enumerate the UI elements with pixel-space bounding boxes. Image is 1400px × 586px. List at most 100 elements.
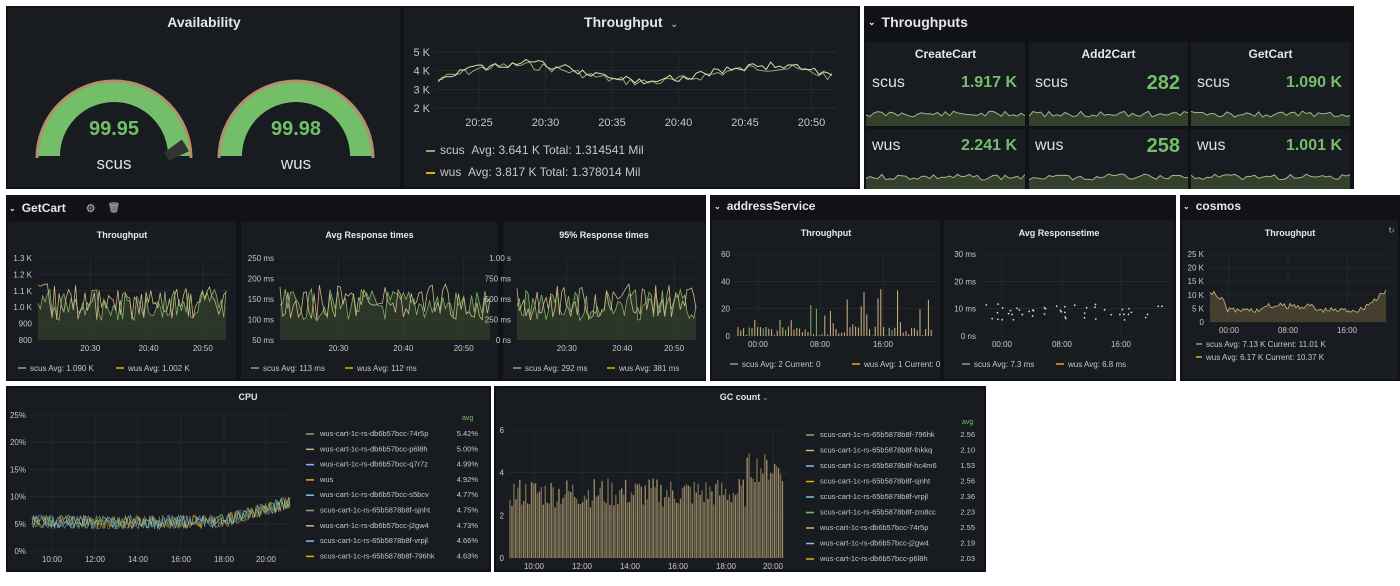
legend-label: wus-cart-1c-rs-db6b57bcc-s5bcv xyxy=(319,490,429,499)
addressservice-responsetime-chart: 30 ms 20 ms 10 ms 0 ns 00:00 08:00 16:00 scus A… xyxy=(954,250,1168,369)
scatter-point xyxy=(1103,308,1106,311)
y-tick-label: 40 xyxy=(721,277,730,286)
x-tick-label: 16:00 xyxy=(1337,326,1358,335)
scatter-point xyxy=(1018,309,1021,311)
legend-label: scus Avg: 7.13 K Current: 11.01 K xyxy=(1206,340,1326,349)
legend-value: 2.10 xyxy=(960,446,975,455)
y-tick-label: 800 xyxy=(19,336,33,345)
y-tick-label: 4 xyxy=(500,469,505,478)
x-tick-label: 16:00 xyxy=(1111,340,1132,349)
y-tick-label: 200 ms xyxy=(248,275,274,284)
legend-value: 4.66% xyxy=(457,536,479,545)
y-tick-label: 100 ms xyxy=(248,316,274,325)
scatter-point xyxy=(1161,305,1163,308)
panel-title: 95% Response times xyxy=(559,230,649,240)
y-tick-label: 2 xyxy=(500,511,505,520)
panel-title: CPU xyxy=(238,392,257,402)
x-tick-label: 16:00 xyxy=(668,562,689,571)
scatter-point xyxy=(991,317,994,320)
scatter-point xyxy=(1011,313,1013,316)
legend-label: scus Avg: 113 ms xyxy=(263,364,325,373)
legend-value: 4.75% xyxy=(457,506,479,515)
x-tick-label: 00:00 xyxy=(748,340,769,349)
x-tick-label: 00:00 xyxy=(1219,326,1240,335)
y-tick-label: 10 ms xyxy=(954,305,976,314)
x-tick-label: 20:50 xyxy=(664,344,685,353)
x-tick-label: 14:00 xyxy=(620,562,641,571)
panel-title: Throughput xyxy=(1265,228,1315,238)
gc-chart: 6 4 2 0 10:00 12:00 14:00 16:00 18:00 20:00 avg scu… xyxy=(500,419,975,571)
legend-label: scus-cart-1c-rs-65b5878b8f-sjnht xyxy=(820,477,931,486)
x-tick-label: 08:00 xyxy=(1278,326,1299,335)
avg-header: avg xyxy=(962,419,973,426)
y-tick-label: 6 xyxy=(500,426,505,435)
legend-label: wus-cart-1c-rs-db6b57bcc-p6l8h xyxy=(819,554,928,563)
y-tick-label: 1.1 K xyxy=(13,287,32,296)
y-tick-label: 25 K xyxy=(1188,250,1205,259)
x-tick-label: 20:00 xyxy=(256,555,277,564)
y-tick-label: 20 K xyxy=(1188,264,1205,273)
scatter-point xyxy=(1064,316,1067,318)
scatter-point xyxy=(1123,318,1126,321)
getcart-chart: 1.3 K 1.2 K 1.1 K 1.0 K 900 800 20:30 20:40 20:5… xyxy=(13,254,230,373)
panel-title: Avg Response times xyxy=(325,230,413,240)
y-tick-label: 0 xyxy=(500,554,505,563)
x-tick-label: 12:00 xyxy=(85,555,106,564)
y-tick-label: 0% xyxy=(14,547,26,556)
scatter-point xyxy=(996,318,999,321)
scatter-point xyxy=(1083,312,1086,315)
legend-value: 4.99% xyxy=(457,460,479,469)
legend-label: scus Avg: 292 ms xyxy=(525,364,588,373)
panel-title-group: Avg Response times xyxy=(325,230,413,240)
legend-value: 2.19 xyxy=(960,539,975,548)
x-tick-label: 20:40 xyxy=(612,344,633,353)
getcart-chart: 250 ms 200 ms 150 ms 100 ms 50 ms 20:30 20:40 2… xyxy=(248,254,494,373)
scatter-point xyxy=(1128,307,1130,310)
scatter-point xyxy=(1031,309,1034,312)
addressservice-throughput-chart: 60 40 20 0 00:00 08:00 16:00 scus Avg: 2 Curren… xyxy=(721,250,941,369)
panel-title-group: 95% Response times xyxy=(559,230,649,240)
scatter-point xyxy=(1060,310,1063,313)
legend-label: scus-cart-1c-rs-65b5878b8f-sjnht xyxy=(320,506,431,515)
legend-label: scus-cart-1c-rs-65b5878b8f-796hk xyxy=(320,551,435,560)
scatter-point xyxy=(1063,311,1066,314)
y-tick-label: 1.0 K xyxy=(13,303,32,312)
y-tick-label: 900 xyxy=(19,320,33,329)
scatter-point xyxy=(1007,312,1010,315)
y-tick-label: 20 xyxy=(721,305,730,314)
y-tick-label: 250 ms xyxy=(485,316,511,325)
panel-title-group: Throughput xyxy=(801,228,851,238)
legend-label: wus-cart-1c-rs-db6b57bcc-p6l8h xyxy=(319,444,428,453)
y-tick-label: 0 ns xyxy=(961,332,976,341)
legend-value: 4.92% xyxy=(457,475,479,484)
panel-title-group: Throughput xyxy=(97,230,147,240)
y-tick-label: 0 xyxy=(726,332,731,341)
legend-value: 4.77% xyxy=(457,490,479,499)
y-tick-label: 1.00 s xyxy=(489,254,511,263)
x-tick-label: 20:50 xyxy=(454,344,475,353)
legend-label: wus Avg: 6.8 ms xyxy=(1067,360,1126,369)
scatter-point xyxy=(1031,315,1034,317)
legend-value: 1.53 xyxy=(960,461,975,470)
x-tick-label: 10:00 xyxy=(42,555,63,564)
scatter-point xyxy=(1063,305,1066,308)
y-tick-label: 25% xyxy=(10,411,26,420)
legend-label: wus-cart-1c-rs-db6b57bcc-74r5p xyxy=(319,429,428,438)
scatter-point xyxy=(1083,317,1086,319)
cosmos-throughput-chart: 25 K 20 K 15 K 10 K 5 K 0 00:00 08:00 16:00 xyxy=(1188,250,1390,335)
y-tick-label: 20 ms xyxy=(954,277,976,286)
legend-label: wus Avg: 1.002 K xyxy=(127,364,190,373)
legend-value: 4.73% xyxy=(457,521,479,530)
scatter-point xyxy=(1055,305,1058,308)
y-tick-label: 1.2 K xyxy=(13,270,32,279)
scatter-point xyxy=(1123,313,1125,316)
legend-value: 4.63% xyxy=(457,551,479,560)
y-tick-label: 60 xyxy=(721,250,730,259)
legend-label: scus-cart-1c-rs-65b5878b8f-796hk xyxy=(820,430,935,439)
legend-label: wus Avg: 6.17 K Current: 10.37 K xyxy=(1205,353,1325,362)
legend-label: scus Avg: 7.3 ms xyxy=(974,360,1034,369)
legend-label: scus-cart-1c-rs-65b5878b8f-zm8cc xyxy=(820,508,936,517)
y-tick-label: 15% xyxy=(10,465,26,474)
y-tick-label: 150 ms xyxy=(248,295,274,304)
scatter-point xyxy=(985,304,988,306)
